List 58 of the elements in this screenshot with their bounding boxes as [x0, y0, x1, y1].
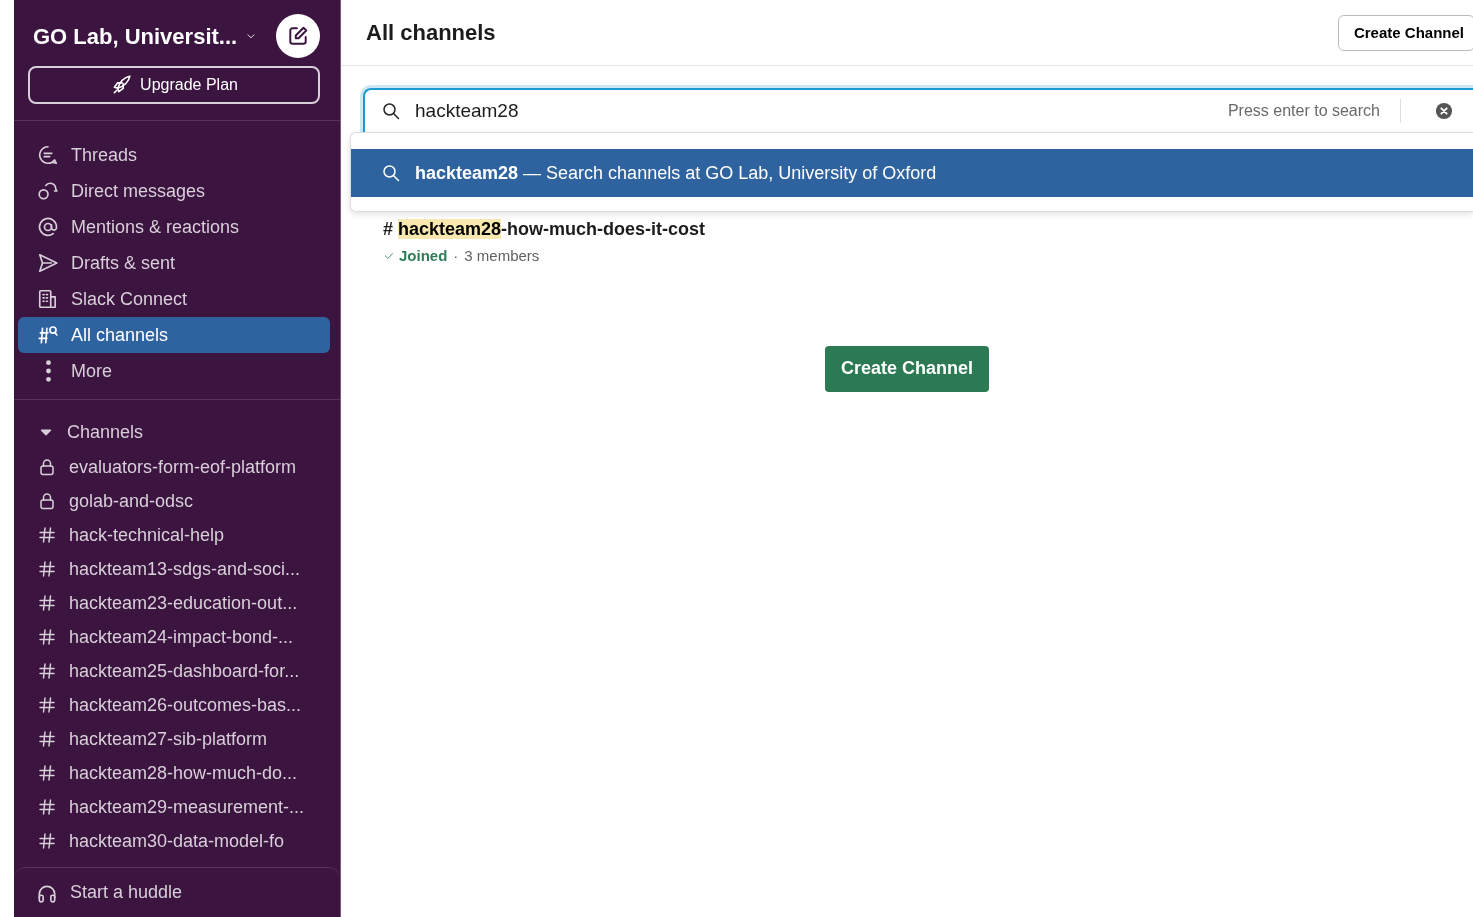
channel-item[interactable]: evaluators-form-eof-platform [18, 450, 330, 484]
lock-icon [37, 457, 57, 477]
channel-item[interactable]: hackteam27-sib-platform [18, 722, 330, 756]
search-icon [381, 163, 401, 183]
channel-item[interactable]: hackteam13-sdgs-and-soci... [18, 552, 330, 586]
channel-item[interactable]: hackteam25-dashboard-for... [18, 654, 330, 688]
compose-button[interactable] [276, 14, 320, 58]
channel-item[interactable]: hackteam24-impact-bond-... [18, 620, 330, 654]
create-channel-button[interactable]: Create Channel [1337, 14, 1473, 51]
hash-icon [37, 661, 57, 681]
channel-item[interactable]: golab-and-odsc [18, 484, 330, 518]
channel-item[interactable]: hack-technical-help [18, 518, 330, 552]
search-hint: Press enter to search [1227, 99, 1401, 123]
search-icon [381, 101, 401, 121]
lock-icon [37, 491, 57, 511]
vertical-dots-icon [46, 360, 51, 382]
building-icon [37, 288, 59, 310]
hash-icon [37, 763, 57, 783]
sidebar-item[interactable]: More [18, 353, 330, 389]
upgrade-button[interactable]: Upgrade Plan [28, 66, 320, 104]
separator-dot: · [453, 246, 459, 266]
hash-search-icon [37, 324, 59, 346]
channel-item[interactable]: hackteam28-how-much-do... [18, 756, 330, 790]
workspace-menu[interactable]: GO Lab, Universit... [33, 19, 258, 53]
member-count: 3 members [464, 246, 540, 266]
hash-icon [37, 593, 57, 613]
channel-item[interactable]: hackteam26-outcomes-bas... [18, 688, 330, 722]
page-title: All channels [366, 19, 496, 47]
message-bubbles-icon [37, 180, 59, 202]
search-suggestion[interactable]: hackteam28 — Search channels at GO Lab, University of Oxford [351, 149, 1473, 197]
huddle-button[interactable]: Start a huddle [14, 867, 340, 917]
edit-icon [287, 25, 309, 47]
sidebar-item[interactable]: Direct messages [18, 173, 330, 209]
sidebar-item[interactable]: Drafts & sent [18, 245, 330, 281]
clear-search-button[interactable] [1435, 102, 1453, 120]
channel-item[interactable]: hackteam29-measurement-... [18, 790, 330, 824]
channel-result-name[interactable]: # hackteam28-how-much-does-it-cost [383, 216, 1473, 243]
create-channel-button[interactable]: Create Channel [824, 345, 989, 392]
search-field[interactable]: hackteam28 Press enter to search [363, 88, 1473, 134]
hash-icon [37, 729, 57, 749]
channel-item[interactable]: hackteam23-education-out... [18, 586, 330, 620]
thread-bubble-icon [37, 144, 59, 166]
joined-status: Joined [383, 245, 448, 268]
hash-icon [37, 559, 57, 579]
channel-item[interactable]: hackteam30-data-model-fo [18, 824, 330, 858]
channels-section-header[interactable]: Channels [18, 414, 330, 450]
sidebar-item[interactable]: All channels [18, 317, 330, 353]
hash-icon [37, 627, 57, 647]
hash-icon [37, 695, 57, 715]
search-input[interactable]: hackteam28 [413, 95, 1216, 127]
hash-icon [37, 525, 57, 545]
hash-icon [37, 797, 57, 817]
hash-icon [37, 831, 57, 851]
sidebar-item[interactable]: Threads [18, 137, 330, 173]
sidebar-item[interactable]: Mentions & reactions [18, 209, 330, 245]
sidebar-item[interactable]: Slack Connect [18, 281, 330, 317]
send-arrow-icon [37, 252, 59, 274]
at-sign-icon [37, 216, 59, 238]
